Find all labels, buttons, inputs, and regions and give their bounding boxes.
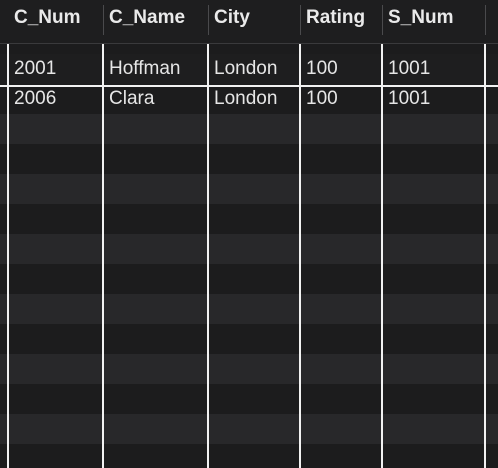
empty-row-stripe bbox=[0, 294, 498, 324]
cell-s-num[interactable]: 1001 bbox=[383, 84, 485, 114]
column-grid-line bbox=[484, 44, 486, 468]
empty-row-stripe bbox=[0, 414, 498, 444]
column-header-c-num[interactable]: C_Num bbox=[9, 0, 103, 44]
empty-row-stripe bbox=[0, 174, 498, 204]
column-header-city[interactable]: City bbox=[209, 0, 300, 44]
column-header-s-num[interactable]: S_Num bbox=[383, 0, 485, 44]
cell-rating[interactable]: 100 bbox=[301, 54, 382, 84]
table-row[interactable]: 2006 Clara London 100 1001 bbox=[0, 84, 498, 114]
empty-row-stripe bbox=[0, 384, 498, 414]
column-grid-line bbox=[7, 44, 9, 468]
empty-row-stripe bbox=[0, 204, 498, 234]
cell-city[interactable]: London bbox=[209, 84, 300, 114]
empty-row-stripe bbox=[0, 144, 498, 174]
cell-c-num[interactable]: 2006 bbox=[9, 84, 103, 114]
column-header-row: C_Num C_Name City Rating S_Num bbox=[0, 0, 498, 44]
empty-row-stripe bbox=[0, 264, 498, 294]
column-header-rating[interactable]: Rating bbox=[301, 0, 382, 44]
cell-c-num[interactable]: 2001 bbox=[9, 54, 103, 84]
column-grid-line bbox=[381, 44, 383, 468]
empty-row-stripe bbox=[0, 114, 498, 144]
table-row[interactable]: 2001 Hoffman London 100 1001 bbox=[0, 54, 498, 84]
column-grid-line bbox=[207, 44, 209, 468]
cell-rating[interactable]: 100 bbox=[301, 84, 382, 114]
empty-row-stripe bbox=[0, 354, 498, 384]
cell-c-name[interactable]: Clara bbox=[104, 84, 208, 114]
grid-body: 2001 Hoffman London 100 1001 2006 Clara … bbox=[0, 44, 498, 468]
cell-s-num[interactable]: 1001 bbox=[383, 54, 485, 84]
column-divider[interactable] bbox=[485, 5, 486, 35]
empty-row-stripe bbox=[0, 324, 498, 354]
column-header-c-name[interactable]: C_Name bbox=[104, 0, 208, 44]
column-grid-line bbox=[299, 44, 301, 468]
empty-row-stripe bbox=[0, 234, 498, 264]
empty-row-stripe bbox=[0, 444, 498, 468]
column-grid-line bbox=[102, 44, 104, 468]
cell-city[interactable]: London bbox=[209, 54, 300, 84]
cell-c-name[interactable]: Hoffman bbox=[104, 54, 208, 84]
results-grid[interactable]: C_Num C_Name City Rating S_Num 2001 Hoff… bbox=[0, 0, 498, 468]
